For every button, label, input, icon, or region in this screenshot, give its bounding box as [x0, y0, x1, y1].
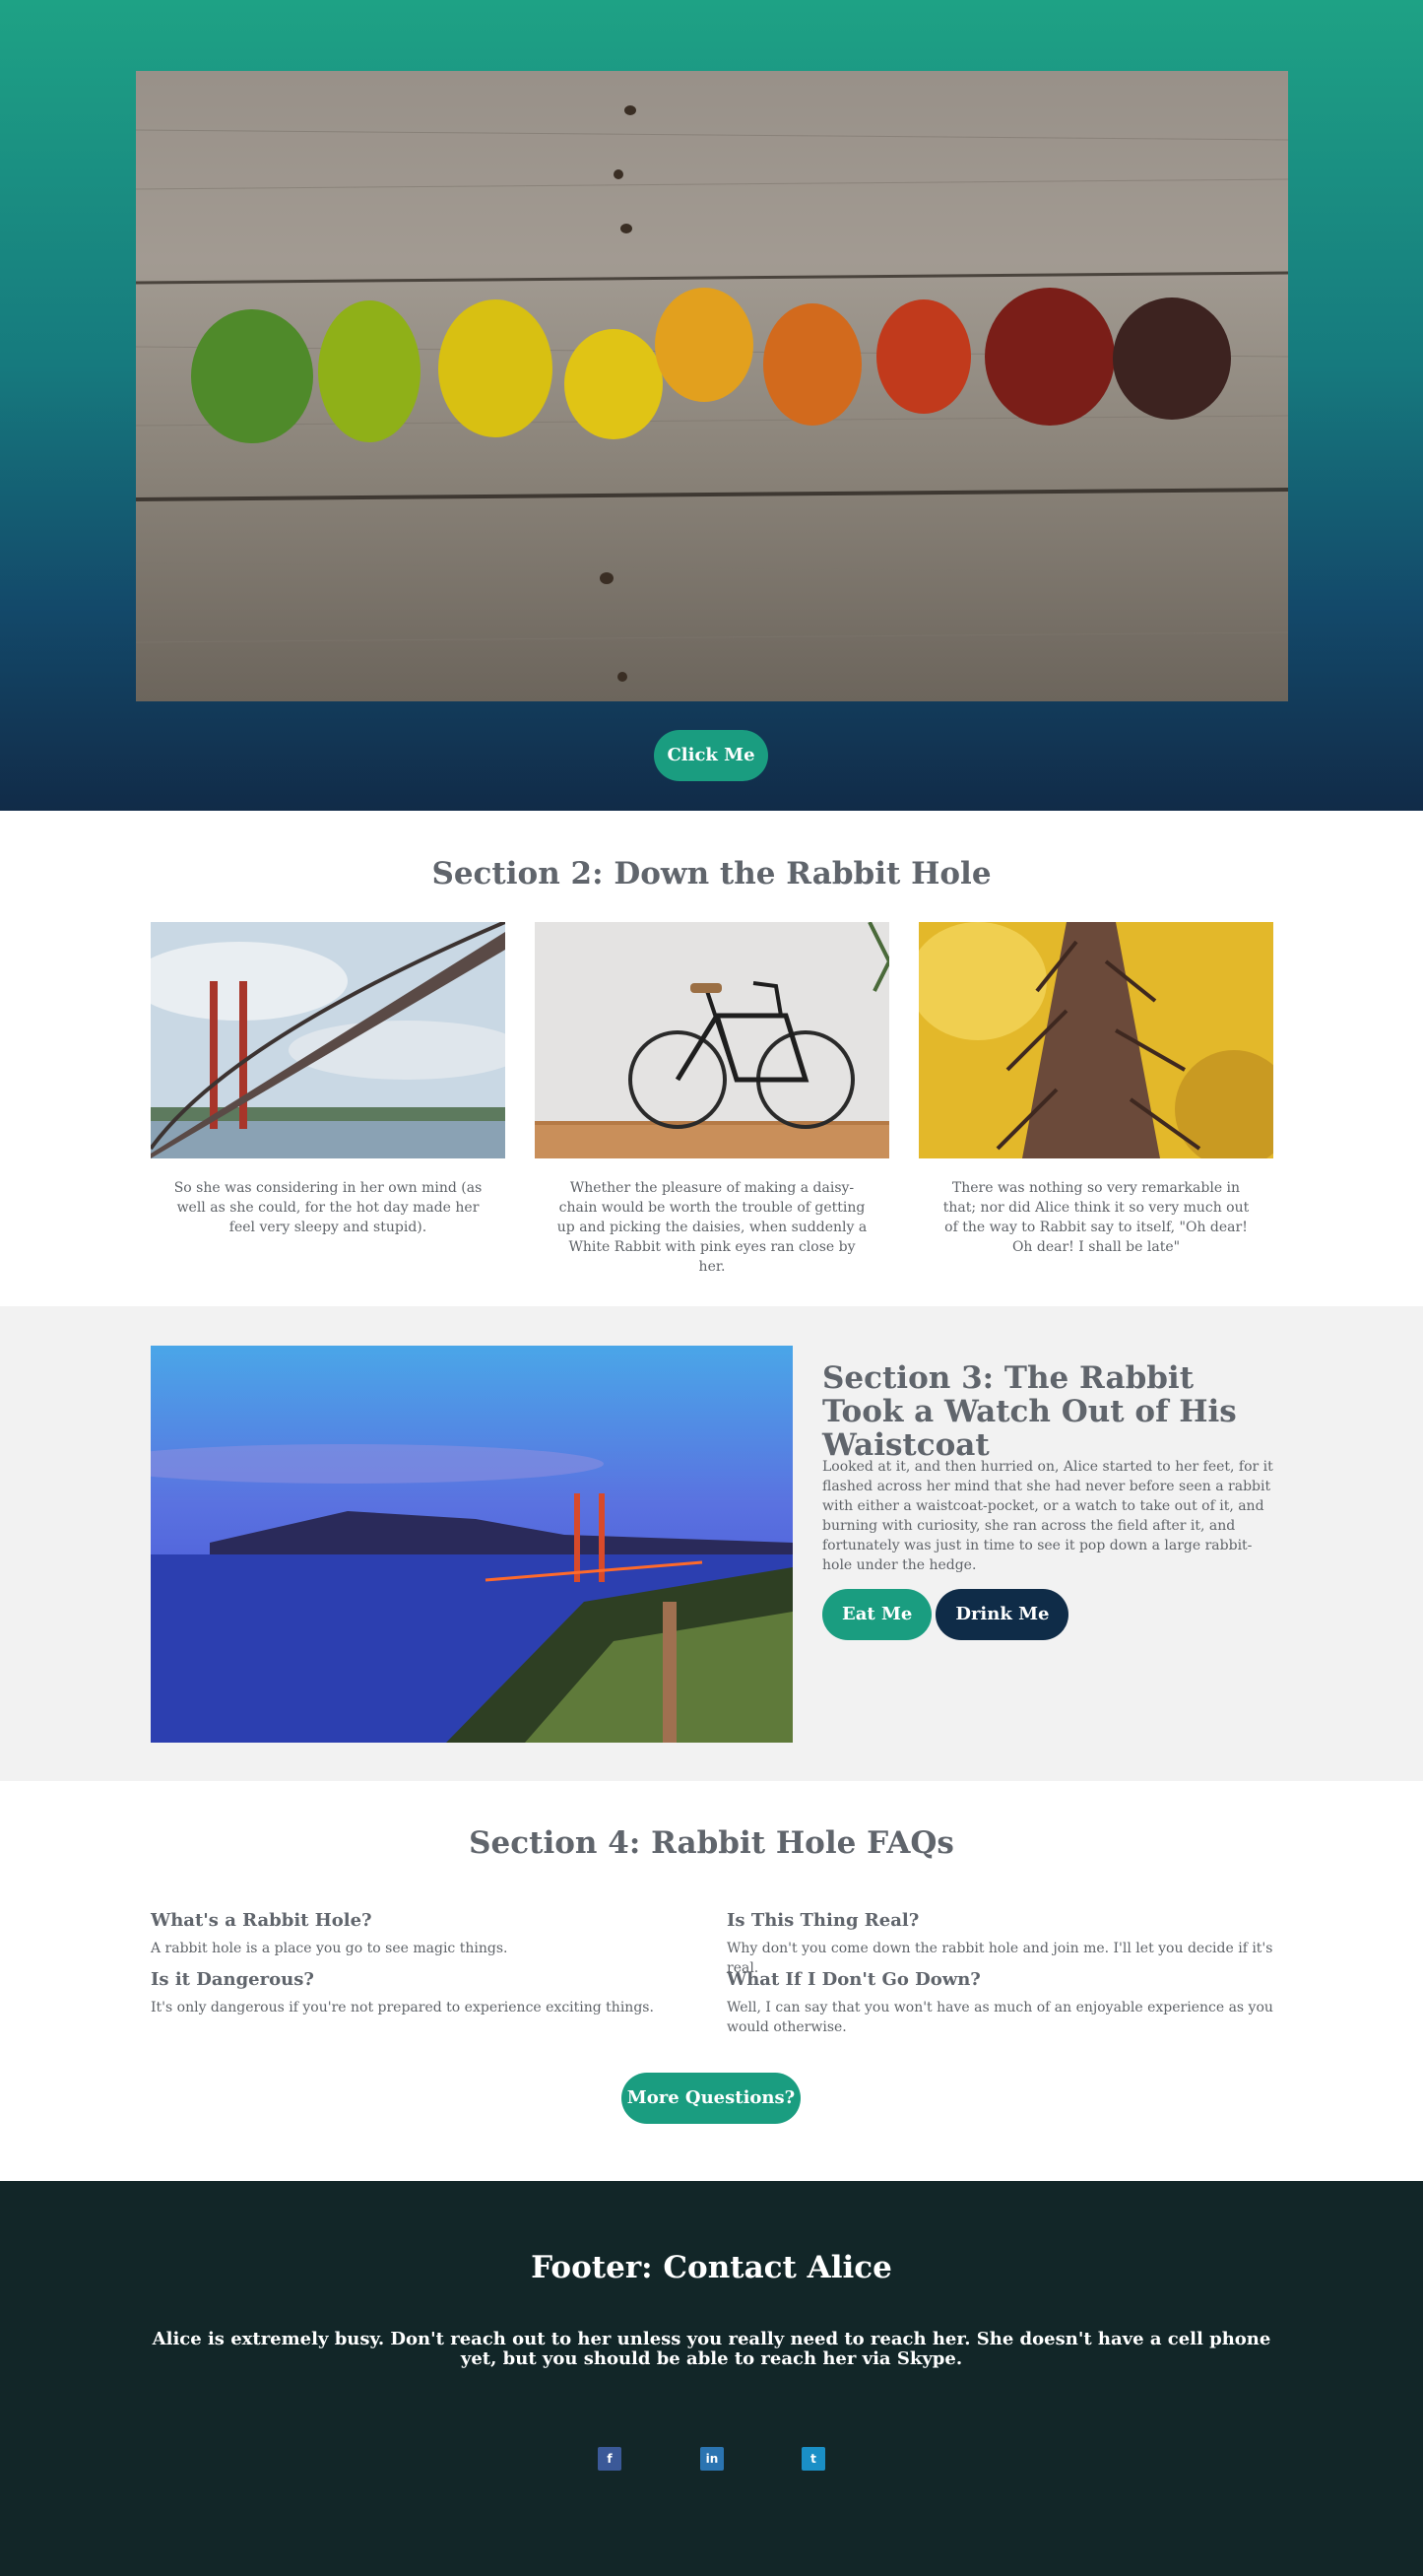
- faq-question: Is it Dangerous?: [151, 1969, 314, 1990]
- card-text: So she was considering in her own mind (…: [173, 1180, 483, 1235]
- card-text: Whether the pleasure of making a daisy-c…: [556, 1180, 868, 1275]
- card-bridge: So she was considering in her own mind (…: [151, 922, 505, 1237]
- faq-answer: Well, I can say that you won't have as m…: [727, 2000, 1273, 2035]
- footer: Footer: Contact Alice Alice is extremely…: [0, 2181, 1423, 2576]
- linkedin-icon[interactable]: in: [700, 2447, 724, 2471]
- section-rabbit-watch: Section 3: The Rabbit Took a Watch Out o…: [0, 1306, 1423, 1781]
- hero-section: Click Me: [0, 0, 1423, 811]
- click-me-button[interactable]: Click Me: [654, 730, 768, 781]
- section3-body: Looked at it, and then hurried on, Alice…: [822, 1459, 1273, 1573]
- faq-question: Is This Thing Real?: [727, 1910, 920, 1931]
- footer-title: Footer: Contact Alice: [531, 2250, 892, 2285]
- golden-gate-image: [151, 1346, 793, 1743]
- bicycle-image: [535, 922, 889, 1158]
- faq-item: Is it Dangerous? It's only dangerous if …: [151, 1968, 702, 2017]
- section3-button-group: Eat Me Drink Me: [822, 1589, 1069, 1640]
- hero-leaves-image: [136, 71, 1288, 701]
- section4-title: Section 4: Rabbit Hole FAQs: [469, 1825, 954, 1861]
- card-tree-bark: There was nothing so very remarkable in …: [919, 922, 1273, 1257]
- section-down-the-rabbit-hole: Section 2: Down the Rabbit Hole So she w…: [0, 811, 1423, 1306]
- faq-item: What's a Rabbit Hole? A rabbit hole is a…: [151, 1909, 702, 1958]
- drink-me-button[interactable]: Drink Me: [936, 1589, 1069, 1640]
- footer-text: Alice is extremely busy. Don't reach out…: [152, 2329, 1271, 2369]
- more-questions-button[interactable]: More Questions?: [621, 2073, 801, 2124]
- section-faqs: Section 4: Rabbit Hole FAQs What's a Rab…: [0, 1781, 1423, 2181]
- faq-answer: A rabbit hole is a place you go to see m…: [151, 1941, 508, 1956]
- card-text: There was nothing so very remarkable in …: [942, 1180, 1250, 1255]
- faq-answer: It's only dangerous if you're not prepar…: [151, 2000, 654, 2015]
- facebook-icon[interactable]: f: [598, 2447, 621, 2471]
- section2-title: Section 2: Down the Rabbit Hole: [431, 856, 992, 892]
- bridge-image: [151, 922, 505, 1158]
- twitter-icon[interactable]: t: [802, 2447, 825, 2471]
- section3-title: Section 3: The Rabbit Took a Watch Out o…: [822, 1360, 1237, 1463]
- eat-me-button[interactable]: Eat Me: [822, 1589, 933, 1640]
- faq-item: What If I Don't Go Down? Well, I can say…: [727, 1968, 1278, 2037]
- faq-question: What's a Rabbit Hole?: [151, 1910, 372, 1931]
- tree-bark-image: [919, 922, 1273, 1158]
- faq-question: What If I Don't Go Down?: [727, 1969, 981, 1990]
- card-bicycle: Whether the pleasure of making a daisy-c…: [535, 922, 889, 1277]
